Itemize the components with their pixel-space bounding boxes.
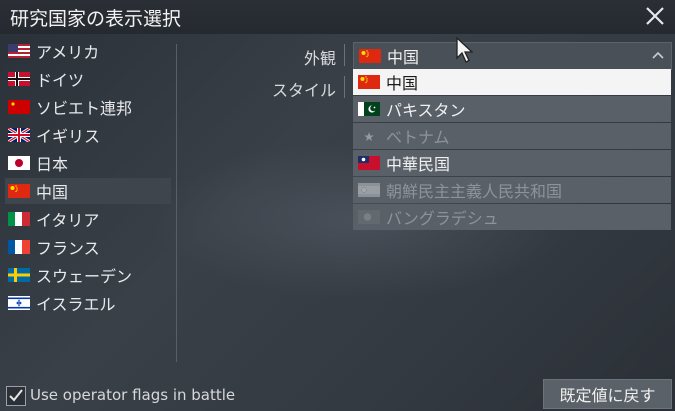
operator-flags-label: Use operator flags in battle [30,386,236,404]
nation-item-germany[interactable]: ドイツ [5,66,171,92]
israel-flag-icon [8,296,30,310]
checkmark-icon [9,389,23,402]
option-dprk: 朝鮮民主主義人民共和国 [353,177,671,203]
nation-label: ドイツ [36,71,85,90]
option-label: パキスタン [386,101,466,120]
nation-label: イギリス [36,127,101,146]
japan-flag-icon [8,156,30,170]
mouse-cursor-icon [456,36,474,63]
operator-flags-checkbox[interactable] [6,386,26,406]
appearance-label: 外観 [303,49,336,68]
nation-label: 日本 [36,155,69,174]
italy-flag-icon [8,212,30,226]
appearance-dropdown[interactable]: 中国 [353,42,672,70]
nation-list: アメリカ ドイツ ソビエト連邦 イギリス 日本 中国 イタリア フランス スウェ… [0,38,176,364]
nation-item-france[interactable]: フランス [5,234,171,260]
nation-label: イスラエル [36,295,116,314]
nation-item-japan[interactable]: 日本 [5,150,171,176]
title-bar: 研究国家の表示選択 [0,0,675,34]
uk-flag-icon [8,128,30,142]
chevron-up-icon [652,51,664,59]
nation-item-uk[interactable]: イギリス [5,122,171,148]
germany-flag-icon [8,72,30,86]
dprk-flag-icon [358,183,380,197]
dialog-title: 研究国家の表示選択 [10,8,182,30]
nation-item-sweden[interactable]: スウェーデン [5,262,171,288]
reset-defaults-button[interactable]: 既定値に戻す [543,379,672,409]
option-label: 朝鮮民主主義人民共和国 [386,182,563,201]
option-roc[interactable]: 中華民国 [353,150,671,176]
appearance-separator [344,44,345,66]
option-label: バングラデシュ [386,209,499,228]
nation-label: ソビエト連邦 [36,99,133,118]
france-flag-icon [8,240,30,254]
option-pakistan[interactable]: パキスタン [353,96,671,122]
option-vietnam: ベトナム [353,123,671,149]
nation-item-china[interactable]: 中国 [5,178,171,204]
nation-label: スウェーデン [36,267,133,286]
nation-label: アメリカ [36,43,100,62]
close-button[interactable] [643,4,667,28]
vietnam-flag-icon [364,132,374,141]
sweden-flag-icon [8,268,30,282]
option-china[interactable]: 中国 [353,69,671,95]
style-separator [344,76,345,98]
china-flag-icon [358,75,380,89]
option-bangladesh: バングラデシュ [353,204,671,230]
style-label: スタイル [271,81,336,100]
research-nation-display-dialog: 研究国家の表示選択 アメリカ ドイツ ソビエト連邦 イギリス 日本 中国 イタリ… [0,0,675,411]
dropdown-selected-value: 中国 [387,48,420,67]
panel-divider [176,44,177,362]
pakistan-flag-icon [358,102,380,116]
nation-item-italy[interactable]: イタリア [5,206,171,232]
nation-label: フランス [36,239,100,258]
option-label: 中国 [386,74,419,93]
appearance-dropdown-list: 中国 パキスタン ベトナム 中華民国 朝鮮民主主義人民共和国 バングラデシュ [353,69,671,231]
nation-item-ussr[interactable]: ソビエト連邦 [5,94,171,120]
bangladesh-flag-icon [358,210,380,224]
option-label: 中華民国 [386,155,451,174]
option-label: ベトナム [386,128,450,147]
close-icon [646,7,664,25]
nation-item-usa[interactable]: アメリカ [5,38,171,64]
china-flag-icon [8,184,30,198]
nation-label: イタリア [36,211,100,230]
nation-item-israel[interactable]: イスラエル [5,290,171,316]
roc-flag-icon [358,156,380,170]
usa-flag-icon [8,44,30,58]
china-flag-icon [359,49,381,63]
nation-label: 中国 [36,183,69,202]
ussr-flag-icon [8,100,30,114]
